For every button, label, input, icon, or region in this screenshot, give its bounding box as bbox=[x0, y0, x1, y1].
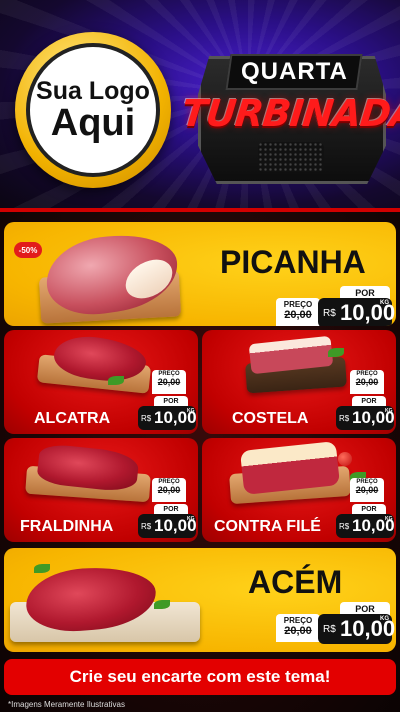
product-name-alcatra: ALCATRA bbox=[34, 410, 111, 427]
product-card-costela[interactable]: COSTELA PREÇO 20,00 POR R$ 10,00 KG bbox=[202, 330, 396, 434]
current-price-box: R$ 10,00 KG bbox=[318, 298, 395, 326]
unit-label: KG bbox=[385, 516, 393, 522]
old-price: 20,00 bbox=[284, 625, 312, 637]
discount-badge: -50% bbox=[14, 242, 42, 258]
old-price-box: PREÇO 20,00 bbox=[350, 478, 384, 502]
tomato-icon bbox=[338, 452, 352, 466]
currency-symbol: R$ bbox=[141, 414, 152, 423]
unit-label: KG bbox=[187, 516, 195, 522]
old-price: 20,00 bbox=[157, 485, 181, 495]
product-name-contra-file: CONTRA FILÉ bbox=[214, 518, 321, 535]
old-price-box: PREÇO 20,00 bbox=[276, 614, 320, 642]
footnote: *Imagens Meramente Ilustrativas bbox=[8, 700, 125, 709]
badge-top-text: QUARTA bbox=[240, 58, 348, 85]
currency-symbol: R$ bbox=[141, 522, 152, 531]
old-price: 20,00 bbox=[355, 485, 379, 495]
product-name-fraldinha: FRALDINHA bbox=[20, 518, 114, 535]
preco-label: PREÇO bbox=[283, 300, 313, 309]
herb-leaf-icon bbox=[328, 348, 344, 357]
current-price-box: R$ 10,00 KG bbox=[138, 514, 197, 538]
current-price-box: R$ 10,00 KG bbox=[138, 406, 197, 430]
product-card-fraldinha[interactable]: FRALDINHA PREÇO 20,00 POR R$ 10,00 KG bbox=[4, 438, 198, 542]
herb-leaf-icon bbox=[108, 376, 124, 385]
badge-main-title: TURBINADA bbox=[179, 92, 400, 135]
create-flyer-button[interactable]: Crie seu encarte com este tema! bbox=[4, 659, 396, 695]
header: Sua Logo Aqui QUARTA TURBINADA bbox=[0, 0, 400, 208]
logo-line-2: Aqui bbox=[50, 102, 136, 145]
speaker-grille-icon bbox=[258, 142, 324, 172]
product-name-acem: ACÉM bbox=[248, 564, 343, 600]
logo-inner: Sua Logo Aqui bbox=[26, 43, 160, 177]
logo-line-1: Sua Logo bbox=[36, 76, 150, 105]
offers-area: -50% PICANHA PREÇO 20,00 POR R$ 10,00 KG… bbox=[0, 212, 400, 712]
unit-label: KG bbox=[385, 408, 393, 414]
current-price-box: R$ 10,00 KG bbox=[336, 406, 395, 430]
product-card-picanha[interactable]: -50% PICANHA PREÇO 20,00 POR R$ 10,00 KG bbox=[4, 222, 396, 326]
logo-placeholder[interactable]: Sua Logo Aqui bbox=[15, 32, 171, 188]
title-badge: QUARTA TURBINADA bbox=[180, 40, 400, 200]
product-name-picanha: PICANHA bbox=[220, 244, 366, 280]
current-price-box: R$ 10,00 KG bbox=[336, 514, 395, 538]
herb-leaf-icon bbox=[154, 600, 170, 609]
currency-symbol: R$ bbox=[339, 522, 350, 531]
old-price: 20,00 bbox=[284, 309, 312, 321]
currency-symbol: R$ bbox=[339, 414, 350, 423]
old-price: 20,00 bbox=[157, 377, 181, 387]
product-card-alcatra[interactable]: ALCATRA PREÇO 20,00 POR R$ 10,00 KG bbox=[4, 330, 198, 434]
unit-label: KG bbox=[380, 300, 389, 306]
product-card-acem[interactable]: ACÉM PREÇO 20,00 POR R$ 10,00 KG bbox=[4, 548, 396, 652]
old-price: 20,00 bbox=[355, 377, 379, 387]
current-price-box: R$ 10,00 KG bbox=[318, 614, 395, 644]
product-name-costela: COSTELA bbox=[232, 410, 309, 427]
herb-leaf-icon bbox=[34, 564, 50, 573]
currency-symbol: R$ bbox=[323, 308, 336, 319]
old-price-box: PREÇO 20,00 bbox=[152, 370, 186, 394]
old-price-box: PREÇO 20,00 bbox=[152, 478, 186, 502]
old-price-box: PREÇO 20,00 bbox=[350, 370, 384, 394]
old-price-box: PREÇO 20,00 bbox=[276, 298, 320, 326]
badge-top-label: QUARTA bbox=[225, 54, 363, 90]
unit-label: KG bbox=[187, 408, 195, 414]
currency-symbol: R$ bbox=[323, 624, 336, 635]
product-card-contra-file[interactable]: CONTRA FILÉ PREÇO 20,00 POR R$ 10,00 KG bbox=[202, 438, 396, 542]
preco-label: PREÇO bbox=[283, 616, 313, 625]
unit-label: KG bbox=[380, 616, 389, 622]
